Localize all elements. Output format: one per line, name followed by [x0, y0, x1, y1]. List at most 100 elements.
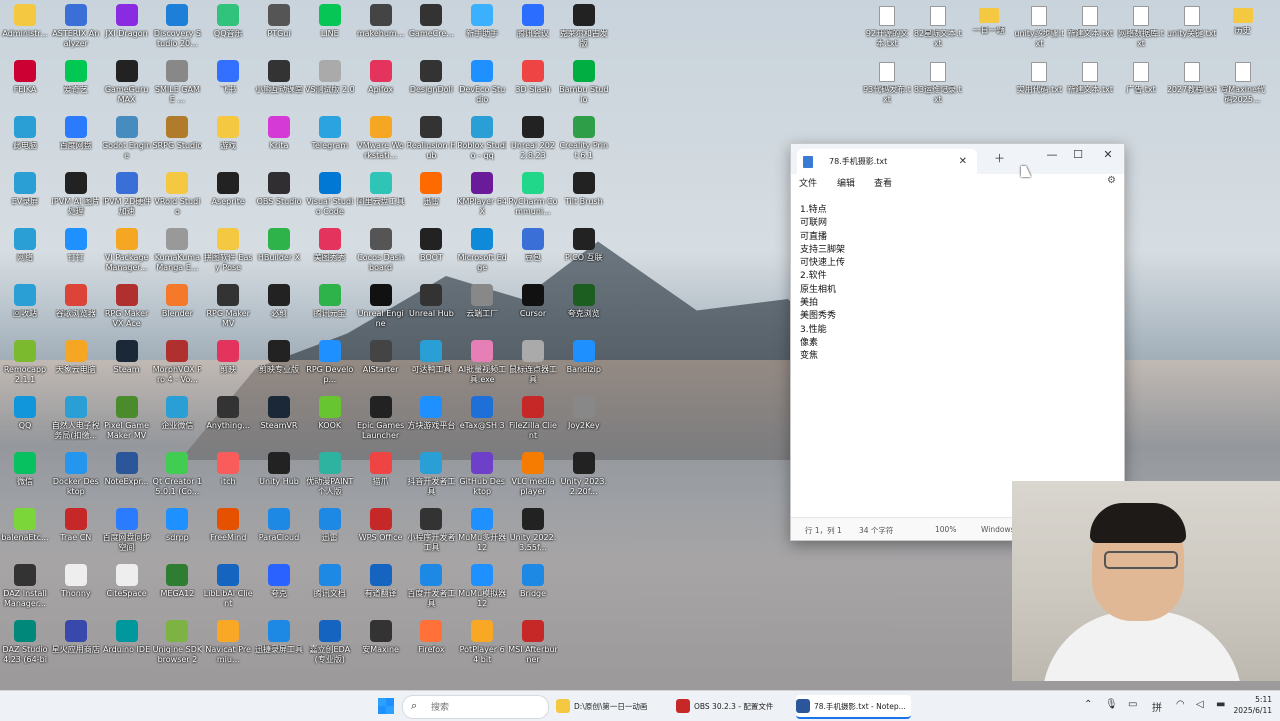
desktop-icon[interactable]: Telegram: [305, 116, 355, 172]
desktop-icon[interactable]: WPS Office: [356, 508, 406, 564]
desktop-icon[interactable]: Godot Engine: [102, 116, 152, 172]
desktop-icon[interactable]: 腾讯文档: [305, 564, 355, 620]
desktop-icon[interactable]: HBuilder X: [254, 228, 304, 284]
notepad-tab[interactable]: 78.手机摄影.txt ✕: [797, 149, 977, 174]
desktop-icon[interactable]: 网络: [0, 228, 50, 284]
desktop-icon[interactable]: QQ音乐: [203, 4, 253, 60]
desktop-icon[interactable]: Unity 2022.3.55f...: [508, 508, 558, 564]
desktop-icon[interactable]: Epic Games Launcher: [356, 396, 406, 452]
desktop-icon[interactable]: VI Package Manager...: [102, 228, 152, 284]
desktop-icon[interactable]: OBS Studio: [254, 172, 304, 228]
desktop-icon[interactable]: GameCre...: [406, 4, 456, 60]
desktop-icon[interactable]: Steam: [102, 340, 152, 396]
desktop-icon[interactable]: FreeMind: [203, 508, 253, 564]
desktop-icon[interactable]: 云端工厂: [457, 284, 507, 340]
desktop-icon[interactable]: ASTERIX Analyzer: [51, 4, 101, 60]
minimize-icon[interactable]: —: [1042, 148, 1062, 161]
desktop-icon[interactable]: Trae CN: [51, 508, 101, 564]
desktop-icon[interactable]: makehum...: [356, 4, 406, 60]
desktop-icon[interactable]: 优动漫PAINT 个人版: [305, 452, 355, 508]
desktop-icon[interactable]: LINE: [305, 4, 355, 60]
desktop-icon[interactable]: 百度网盘: [51, 116, 101, 172]
taskbar-app-button[interactable]: 78.手机摄影.txt - Notep...: [796, 695, 911, 719]
desktop-icon[interactable]: 微信: [0, 452, 50, 508]
tray-wifi-icon[interactable]: ◠: [1176, 699, 1185, 710]
desktop-icon[interactable]: 新手助手: [457, 4, 507, 60]
desktop-icon[interactable]: 百度开发者工具: [406, 564, 456, 620]
desktop-icon[interactable]: 夸克浏览: [559, 284, 609, 340]
desktop-icon[interactable]: FileZilla Client: [508, 396, 558, 452]
desktop-icon[interactable]: Blender: [152, 284, 202, 340]
taskbar-app-button[interactable]: OBS 30.2.3 - 配置文件: [676, 695, 786, 717]
desktop-file-icon[interactable]: 2027教程.txt: [1167, 62, 1217, 118]
desktop-file-icon[interactable]: 写Maxine代码2025...: [1218, 62, 1268, 118]
start-button[interactable]: [378, 698, 394, 714]
desktop-icon[interactable]: 腾讯会议: [508, 4, 558, 60]
desktop-icon[interactable]: 爱奇艺: [51, 60, 101, 116]
desktop-icon[interactable]: MSI Afterburner: [508, 620, 558, 676]
desktop-icon[interactable]: MorphVOX Pro 4 - Vo...: [152, 340, 202, 396]
desktop-icon[interactable]: DAZ Studio 4.23 (64-bit): [0, 620, 50, 676]
desktop-icon[interactable]: GameGuru MAX: [102, 60, 152, 116]
desktop-icon[interactable]: PyCharm Communi...: [508, 172, 558, 228]
taskbar-app-button[interactable]: D:\原创\第一日一动画: [556, 695, 666, 717]
desktop-icon[interactable]: MEGA12: [152, 564, 202, 620]
desktop-icon[interactable]: Unreal Hub: [406, 284, 456, 340]
desktop-icon[interactable]: FEIKA: [0, 60, 50, 116]
desktop-icon[interactable]: IPVM 2D硬件加速: [102, 172, 152, 228]
desktop-icon[interactable]: Cursor: [508, 284, 558, 340]
desktop-icon[interactable]: Unreal Engine: [356, 284, 406, 340]
desktop-icon[interactable]: QQ: [0, 396, 50, 452]
desktop-icon[interactable]: balenaEtc...: [0, 508, 50, 564]
desktop-icon[interactable]: Unigine SDK browser 2: [152, 620, 202, 676]
desktop-icon[interactable]: 飞书: [203, 60, 253, 116]
desktop-file-icon[interactable]: 82星际文本.txt: [913, 6, 963, 62]
desktop-icon[interactable]: 回收站: [0, 284, 50, 340]
desktop-icon[interactable]: 小程序开发者工具: [406, 508, 456, 564]
desktop-icon[interactable]: MuMu模拟器12: [457, 564, 507, 620]
desktop-icon[interactable]: RPG Maker VX Ace: [102, 284, 152, 340]
desktop-icon[interactable]: NoteExpr...: [102, 452, 152, 508]
desktop-icon[interactable]: 迅雷: [305, 508, 355, 564]
desktop-icon[interactable]: 此电脑: [0, 116, 50, 172]
new-tab-icon[interactable]: ＋: [994, 150, 1005, 166]
desktop-icon[interactable]: AI批量视频工具.exe: [457, 340, 507, 396]
desktop-icon[interactable]: Pixel Game Maker MV: [102, 396, 152, 452]
tray-chevron-up-icon[interactable]: ⌃: [1084, 699, 1092, 710]
notepad-titlebar[interactable]: 78.手机摄影.txt ✕ ＋ — ☐ ✕: [791, 144, 1124, 174]
desktop-icon[interactable]: Qt Creator 15.0.1 (Co...: [152, 452, 202, 508]
desktop-icon[interactable]: 鼠标连点器工具: [508, 340, 558, 396]
desktop-icon[interactable]: 天象云电脑: [51, 340, 101, 396]
desktop-icon[interactable]: 克莱尔和古发版: [559, 4, 609, 60]
desktop-file-icon[interactable]: 历史: [1218, 6, 1268, 62]
taskbar-search-input[interactable]: [429, 699, 543, 716]
tab-close-icon[interactable]: ✕: [959, 156, 967, 167]
desktop-icon[interactable]: Anything...: [203, 396, 253, 452]
maximize-icon[interactable]: ☐: [1068, 148, 1088, 161]
desktop-icon[interactable]: Microsoft Edge: [457, 228, 507, 284]
tray-window-icon[interactable]: ▭: [1128, 699, 1137, 710]
settings-gear-icon[interactable]: ⚙: [1107, 175, 1116, 186]
desktop-icon[interactable]: Unity Hub: [254, 452, 304, 508]
desktop-icon[interactable]: 迅捷录屏工具: [254, 620, 304, 676]
desktop-icon[interactable]: LibLibAI Client: [203, 564, 253, 620]
desktop-icon[interactable]: 美图秀秀: [305, 228, 355, 284]
desktop-icon[interactable]: 谷歌浏览器: [51, 284, 101, 340]
desktop-icon[interactable]: Docker Desktop: [51, 452, 101, 508]
desktop-icon[interactable]: 游戏: [203, 116, 253, 172]
desktop-icon[interactable]: Navicat Premiu...: [203, 620, 253, 676]
tray-ime-language[interactable]: 拼: [1152, 699, 1162, 714]
tray-battery-icon[interactable]: ▬: [1216, 699, 1225, 710]
desktop-icon[interactable]: Cocos Dashboard: [356, 228, 406, 284]
desktop-icon[interactable]: AIStarter: [356, 340, 406, 396]
desktop-icon[interactable]: DevEco Studio: [457, 60, 507, 116]
desktop-file-icon[interactable]: 网络数据库.txt: [1116, 6, 1166, 62]
desktop-icon[interactable]: itch: [203, 452, 253, 508]
desktop-icon[interactable]: Remocapp 2.1.1: [0, 340, 50, 396]
taskbar-search[interactable]: ⌕: [402, 695, 549, 719]
desktop-icon[interactable]: Discovery Studio 20...: [152, 4, 202, 60]
desktop-icon[interactable]: sdrpp: [152, 508, 202, 564]
desktop-icon[interactable]: Aseprite: [203, 172, 253, 228]
desktop-file-icon[interactable]: unity多步骤.txt: [1014, 6, 1064, 62]
desktop-icon[interactable]: MuMu多开器12: [457, 508, 507, 564]
